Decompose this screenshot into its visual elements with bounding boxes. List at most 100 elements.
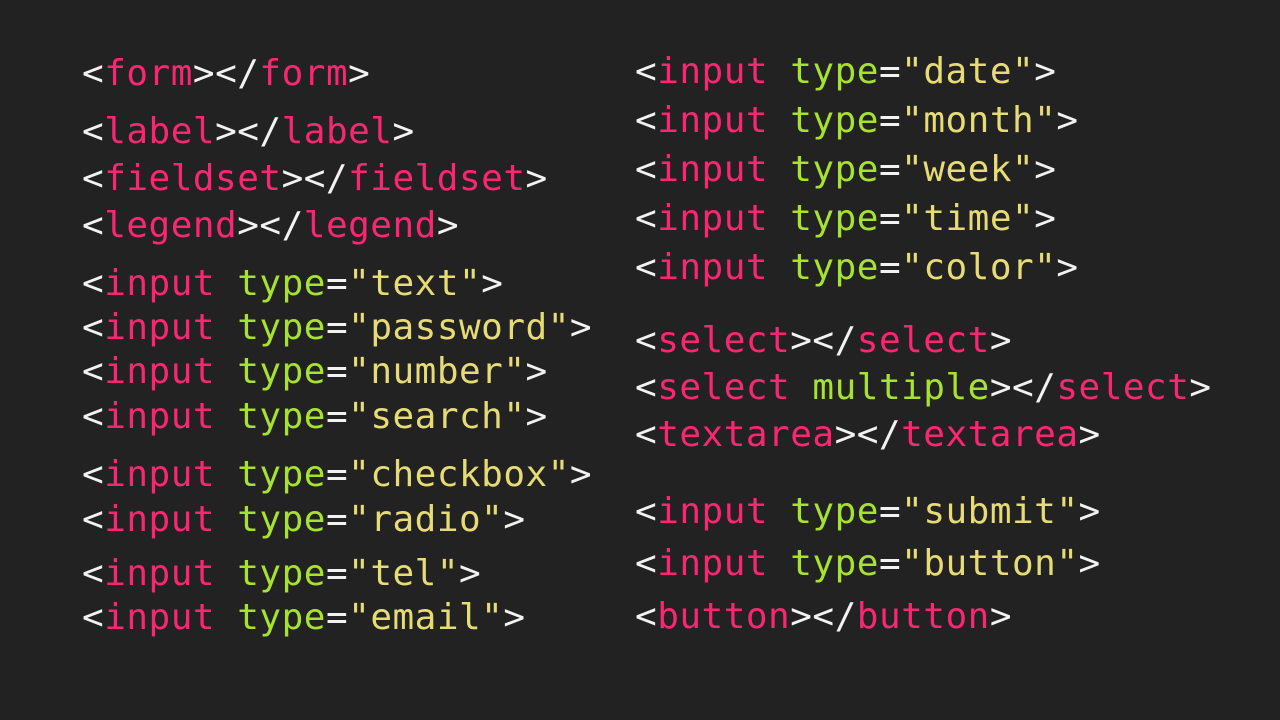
bracket-token: ></	[215, 111, 282, 152]
bracket-token: >	[1078, 491, 1101, 532]
bracket-token: >	[503, 499, 526, 540]
bracket-token: <	[635, 414, 658, 455]
code-line-input-checkbox: <input type="checkbox">	[82, 455, 592, 495]
equals-token: =	[325, 597, 349, 638]
tag-name-token: form	[259, 53, 349, 94]
equals-token: =	[878, 149, 902, 190]
attribute-name-token: type	[237, 351, 326, 392]
code-line-legend: <legend></legend>	[82, 206, 459, 246]
equals-token: =	[325, 396, 349, 437]
bracket-token: >	[989, 320, 1012, 361]
bracket-token: <	[635, 320, 658, 361]
code-line-input-search: <input type="search">	[82, 397, 548, 437]
bracket-token: >	[989, 596, 1012, 637]
attribute-name-token: type	[790, 198, 879, 239]
bracket-token: <	[635, 198, 658, 239]
code-line-select-multiple: <select multiple></select>	[635, 368, 1212, 408]
tag-name-token: fieldset	[104, 158, 282, 199]
tag-name-token: input	[657, 149, 769, 190]
string-value-token: "password"	[348, 307, 570, 348]
bracket-token: <	[82, 597, 105, 638]
bracket-token: >	[1034, 51, 1057, 92]
bracket-token: <	[635, 149, 658, 190]
string-value-token: "checkbox"	[348, 454, 570, 495]
code-line-input-submit: <input type="submit">	[635, 492, 1101, 532]
equals-token: =	[878, 247, 902, 288]
code-line-input-month: <input type="month">	[635, 101, 1079, 141]
tag-name-token: label	[104, 111, 216, 152]
code-line-button: <button></button>	[635, 597, 1012, 637]
tag-name-token: input	[657, 100, 769, 141]
string-value-token: "number"	[348, 351, 526, 392]
tag-name-token: select	[1056, 367, 1190, 408]
bracket-token: <	[635, 100, 658, 141]
string-value-token: "submit"	[901, 491, 1079, 532]
string-value-token: "time"	[901, 198, 1035, 239]
bracket-token: >	[1034, 198, 1057, 239]
code-line-input-time: <input type="time">	[635, 199, 1056, 239]
tag-name-token: select	[856, 320, 990, 361]
bracket-token: >	[503, 597, 526, 638]
attribute-name-token: type	[790, 543, 879, 584]
equals-token: =	[325, 499, 349, 540]
tag-name-token: input	[104, 499, 216, 540]
attribute-name-token: type	[790, 149, 879, 190]
bracket-token	[215, 307, 237, 348]
bracket-token	[768, 149, 790, 190]
string-value-token: "email"	[348, 597, 504, 638]
code-line-input-radio: <input type="radio">	[82, 500, 526, 540]
string-value-token: "week"	[901, 149, 1035, 190]
bracket-token: >	[569, 454, 593, 495]
bracket-token: <	[82, 263, 105, 304]
bracket-token: >	[1034, 149, 1057, 190]
code-line-fieldset: <fieldset></fieldset>	[82, 159, 548, 199]
bracket-token: <	[635, 247, 658, 288]
tag-name-token: input	[104, 263, 216, 304]
tag-name-token: form	[104, 53, 193, 94]
code-line-select: <select></select>	[635, 321, 1012, 361]
bracket-token: >	[392, 111, 415, 152]
attribute-name-token: type	[237, 553, 326, 594]
bracket-token: >	[525, 396, 548, 437]
tag-name-token: textarea	[901, 414, 1079, 455]
bracket-token	[768, 100, 790, 141]
bracket-token	[768, 198, 790, 239]
bracket-token: ></	[790, 320, 857, 361]
bracket-token: ></	[237, 205, 304, 246]
attribute-name-token: multiple	[812, 367, 990, 408]
bracket-token: <	[635, 596, 658, 637]
tag-name-token: fieldset	[348, 158, 526, 199]
bracket-token	[215, 396, 237, 437]
string-value-token: "month"	[901, 100, 1057, 141]
bracket-token: <	[82, 111, 105, 152]
bracket-token: ></	[989, 367, 1057, 408]
string-value-token: "color"	[901, 247, 1057, 288]
bracket-token: <	[635, 367, 658, 408]
bracket-token: <	[82, 499, 105, 540]
code-line-input-number: <input type="number">	[82, 352, 548, 392]
bracket-token	[215, 597, 237, 638]
code-line-textarea: <textarea></textarea>	[635, 415, 1101, 455]
equals-token: =	[878, 491, 902, 532]
bracket-token	[215, 351, 237, 392]
bracket-token	[215, 499, 237, 540]
code-line-input-email: <input type="email">	[82, 598, 526, 638]
attribute-name-token: type	[790, 491, 879, 532]
equals-token: =	[325, 263, 349, 304]
equals-token: =	[878, 51, 902, 92]
bracket-token	[215, 263, 237, 304]
bracket-token: >	[1056, 100, 1079, 141]
tag-name-token: input	[104, 454, 216, 495]
tag-name-token: select	[657, 320, 791, 361]
equals-token: =	[325, 553, 349, 594]
bracket-token: <	[82, 553, 105, 594]
code-line-form: <form></form>	[82, 54, 370, 94]
bracket-token: ></	[281, 158, 349, 199]
bracket-token	[790, 367, 812, 408]
string-value-token: "button"	[901, 543, 1079, 584]
bracket-token	[768, 247, 790, 288]
string-value-token: "text"	[348, 263, 482, 304]
attribute-name-token: type	[237, 597, 326, 638]
bracket-token	[768, 491, 790, 532]
bracket-token: >	[481, 263, 504, 304]
